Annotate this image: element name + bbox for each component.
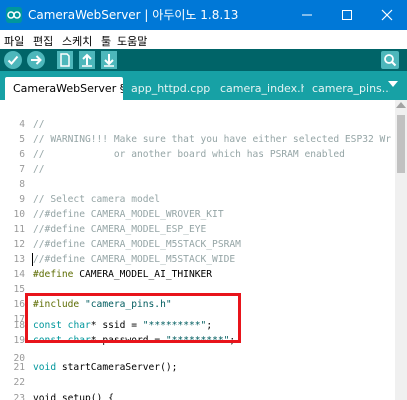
code-editor[interactable]: 4// 5// WARNING!!! Make sure that you ha… bbox=[0, 100, 407, 400]
verify-button[interactable] bbox=[4, 51, 22, 69]
code-line: 23 void setup() { bbox=[13, 393, 114, 400]
menu-bar: 파일 편집 스케치 툴 도움말 bbox=[0, 30, 407, 49]
code-line: 5// WARNING!!! Make sure that you have e… bbox=[19, 134, 392, 145]
scroll-up-arrow-icon[interactable] bbox=[396, 102, 406, 108]
upload-button[interactable] bbox=[27, 51, 45, 69]
code-line: 14 #define CAMERA_MODEL_AI_THINKER bbox=[13, 269, 213, 280]
arrow-right-icon bbox=[31, 55, 42, 65]
code-line: 8 bbox=[19, 179, 25, 190]
toolbar bbox=[0, 49, 407, 71]
menu-help[interactable]: 도움말 bbox=[117, 33, 147, 49]
arrow-down-icon bbox=[104, 54, 114, 67]
minimize-button[interactable] bbox=[290, 0, 324, 30]
menu-file[interactable]: 파일 bbox=[4, 33, 24, 49]
title-bar: CameraWebServer | 아두이노 1.8.13 bbox=[0, 0, 407, 30]
save-button[interactable] bbox=[101, 51, 117, 69]
open-button[interactable] bbox=[79, 51, 95, 69]
menu-tools[interactable]: 툴 bbox=[101, 33, 111, 49]
new-file-icon bbox=[60, 53, 70, 67]
menu-edit[interactable]: 편집 bbox=[33, 33, 53, 49]
new-sketch-button[interactable] bbox=[57, 51, 73, 69]
tab-camera-pins[interactable]: camera_pins... bbox=[304, 77, 390, 100]
text-cursor bbox=[32, 253, 33, 266]
code-line: 7// bbox=[19, 164, 45, 175]
code-line: 6// or another board which has PSRAM ena… bbox=[19, 149, 345, 160]
code-line: 13//#define CAMERA_MODEL_M5STACK_WIDE bbox=[13, 254, 236, 265]
vertical-scrollbar[interactable] bbox=[395, 100, 407, 400]
code-line: 9// Select camera model bbox=[19, 194, 161, 205]
code-line: 4// bbox=[19, 119, 45, 130]
window-title: CameraWebServer | 아두이노 1.8.13 bbox=[28, 8, 239, 22]
code-line: 12//#define CAMERA_MODEL_M5STACK_PSRAM bbox=[13, 239, 241, 250]
code-line: 22 bbox=[13, 377, 25, 388]
checkmark-icon bbox=[7, 55, 19, 65]
close-button[interactable] bbox=[370, 0, 404, 30]
arduino-logo-icon bbox=[6, 7, 22, 23]
code-line: 10//#define CAMERA_MODEL_WROVER_KIT bbox=[13, 209, 224, 220]
arduino-ide-window: CameraWebServer | 아두이노 1.8.13 파일 편집 스케치 … bbox=[0, 0, 407, 400]
scrollbar-thumb[interactable] bbox=[397, 115, 405, 173]
credentials-highlight-box bbox=[25, 293, 241, 343]
code-line: 15 bbox=[13, 284, 25, 295]
tab-bar: CameraWebServer § app_httpd.cpp camera_i… bbox=[0, 71, 407, 100]
menu-sketch[interactable]: 스케치 bbox=[62, 33, 92, 49]
code-line: 21 void startCameraServer(); bbox=[13, 362, 178, 373]
tab-camerawebserver[interactable]: CameraWebServer § bbox=[5, 77, 123, 100]
tab-app-httpd[interactable]: app_httpd.cpp bbox=[123, 77, 212, 100]
arrow-up-icon bbox=[82, 53, 92, 67]
maximize-button[interactable] bbox=[330, 0, 364, 30]
tab-menu-chevron-down-icon[interactable] bbox=[388, 81, 398, 87]
tab-camera-index[interactable]: camera_index.h bbox=[212, 77, 304, 100]
serial-monitor-button[interactable] bbox=[381, 51, 399, 69]
magnifier-icon bbox=[384, 54, 397, 67]
code-line: 11//#define CAMERA_MODEL_ESP_EYE bbox=[13, 224, 207, 235]
